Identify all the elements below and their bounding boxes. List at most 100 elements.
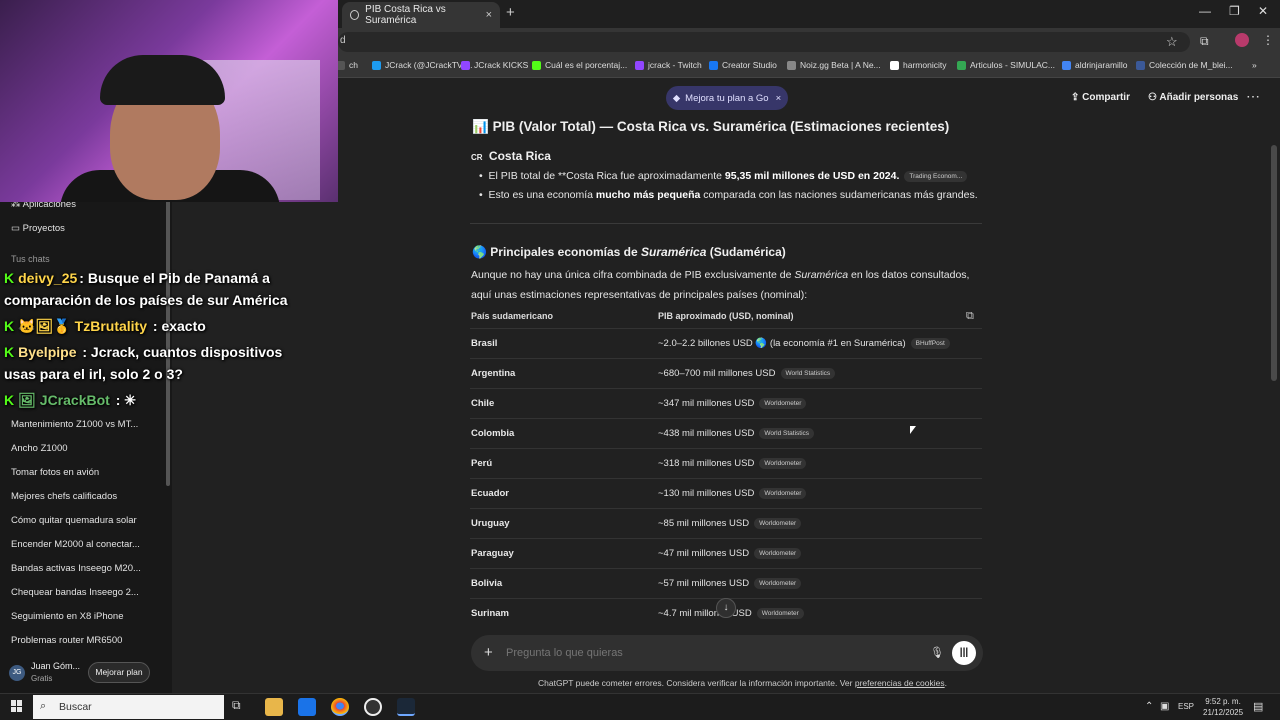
- mouse-cursor-icon: [910, 426, 916, 434]
- source-chip[interactable]: Trading Econom...: [904, 170, 968, 182]
- source-chip[interactable]: BHuffPost: [910, 338, 950, 349]
- costa-rica-heading-text: Costa Rica: [488, 149, 551, 163]
- source-chip[interactable]: Worldometer: [759, 398, 807, 409]
- source-chip[interactable]: Worldometer: [759, 488, 807, 499]
- chrome-icon[interactable]: [331, 698, 349, 716]
- bookmark-item[interactable]: Colección de M_blei...: [1136, 60, 1233, 70]
- network-icon[interactable]: ▣: [1160, 701, 1169, 712]
- user-name[interactable]: Juan Góm...: [31, 661, 80, 671]
- bookmark-item[interactable]: Cuál es el porcentaj...: [532, 60, 627, 70]
- language-indicator[interactable]: ESP: [1178, 702, 1194, 711]
- cookie-preferences-link[interactable]: preferencias de cookies: [855, 678, 945, 688]
- gdp-value: ~347 mil millones USD: [658, 398, 755, 410]
- source-chip[interactable]: World Statistics: [780, 368, 836, 379]
- scroll-down-button[interactable]: ↓: [716, 598, 736, 618]
- bookmark-item[interactable]: Articulos - SIMULAC...: [957, 60, 1055, 70]
- add-people-button[interactable]: ⚇ Añadir personas: [1148, 92, 1238, 103]
- taskbar-search-placeholder[interactable]: Buscar: [59, 701, 92, 713]
- sidebar-chat-item[interactable]: Problemas router MR6500: [11, 635, 122, 646]
- share-button[interactable]: ⇪ Compartir: [1071, 92, 1130, 103]
- intro-paragraph-line1: Aunque no hay una única cifra combinada …: [471, 269, 969, 281]
- globe-icon: 🌎: [472, 245, 491, 259]
- upgrade-promo-pill[interactable]: ◆ Mejora tu plan a Go ×: [666, 86, 788, 110]
- source-chip[interactable]: Worldometer: [754, 518, 802, 529]
- microphone-icon[interactable]: 🎙: [930, 646, 944, 659]
- sidebar-scrollbar[interactable]: [166, 200, 170, 486]
- bookmark-label: JCrack KICKS: [474, 60, 529, 70]
- omnibox[interactable]: d: [338, 32, 1190, 52]
- new-tab-button[interactable]: +: [506, 4, 515, 21]
- bookmark-item[interactable]: Noiz.gg Beta | A Ne...: [787, 60, 881, 70]
- restore-button[interactable]: ❐: [1229, 4, 1240, 18]
- bookmark-favicon-icon: [890, 60, 899, 70]
- sidebar-item-projects[interactable]: ▭ Proyectos: [11, 223, 65, 234]
- sidebar-chat-item[interactable]: Encender M2000 al conectar...: [11, 539, 140, 550]
- bookmark-item[interactable]: aldrinjaramillo: [1062, 60, 1127, 70]
- bookmark-item[interactable]: Creator Studio: [709, 60, 777, 70]
- table-cell-country: Argentina: [471, 368, 516, 379]
- bookmark-label: aldrinjaramillo: [1075, 60, 1128, 70]
- close-window-button[interactable]: ✕: [1258, 4, 1268, 18]
- bookmark-label: Cuál es el porcentaj...: [545, 60, 628, 70]
- bullet-text: comparada con las naciones sudamericanas…: [700, 189, 978, 201]
- avatar[interactable]: JG: [9, 665, 25, 681]
- more-options-icon[interactable]: ⋯: [1246, 88, 1260, 105]
- outlook-icon[interactable]: [298, 698, 316, 716]
- promo-close-icon[interactable]: ×: [776, 93, 782, 104]
- search-icon: ⌕: [40, 700, 47, 712]
- bookmark-item[interactable]: harmonicity: [890, 60, 946, 70]
- clock[interactable]: 9:52 p. m. 21/12/2025: [1203, 696, 1243, 718]
- table-cell-gdp: ~438 mil millones USD World Statistics: [658, 428, 815, 439]
- extensions-icon[interactable]: ⧉: [1200, 34, 1209, 49]
- source-chip[interactable]: Worldometer: [759, 458, 807, 469]
- windows-start-icon[interactable]: [11, 700, 23, 712]
- stream-chat-username: 🖼 JCrackBot: [18, 392, 110, 408]
- task-view-icon[interactable]: ⧉: [232, 698, 250, 716]
- bookmark-item[interactable]: ch: [336, 60, 358, 70]
- sidebar-chat-item[interactable]: Ancho Z1000: [11, 443, 68, 454]
- prompt-input[interactable]: [506, 647, 906, 659]
- obs-icon[interactable]: [364, 698, 382, 716]
- sidebar-chat-item[interactable]: Mantenimiento Z1000 vs MT...: [11, 419, 138, 430]
- bookmarks-more-icon[interactable]: »: [1252, 60, 1257, 70]
- response-title: 📊 PIB (Valor Total) — Costa Rica vs. Sur…: [472, 119, 949, 135]
- sidebar-chat-item[interactable]: Tomar fotos en avión: [11, 467, 99, 478]
- upgrade-plan-button[interactable]: Mejorar plan: [88, 662, 150, 683]
- file-explorer-icon[interactable]: [265, 698, 283, 716]
- sidebar-chat-item[interactable]: Seguimiento en X8 iPhone: [11, 611, 124, 622]
- response-title-text: PIB (Valor Total) — Costa Rica vs. Suram…: [492, 119, 950, 134]
- sidebar-chat-item[interactable]: Bandas activas Inseego M20...: [11, 563, 141, 574]
- bookmark-item[interactable]: jcrack - Twitch: [635, 60, 702, 70]
- browser-menu-icon[interactable]: ⋮: [1262, 33, 1274, 47]
- browser-tab[interactable]: PIB Costa Rica vs Suramérica ×: [342, 2, 500, 28]
- stream-chat-message: usas para el irl, solo 2 o 3?: [4, 366, 183, 382]
- profile-avatar[interactable]: [1235, 33, 1249, 47]
- copy-table-icon[interactable]: ⧉: [966, 310, 974, 323]
- minimize-button[interactable]: —: [1199, 4, 1211, 18]
- voice-mode-button[interactable]: |||: [952, 641, 976, 665]
- gdp-value: ~85 mil millones USD: [658, 518, 750, 530]
- attach-plus-icon[interactable]: +: [484, 644, 493, 661]
- source-chip[interactable]: Worldometer: [754, 578, 802, 589]
- table-cell-country: Colombia: [471, 428, 515, 439]
- notifications-icon[interactable]: ▤: [1253, 700, 1263, 713]
- sidebar-chat-item[interactable]: Cómo quitar quemadura solar: [11, 515, 137, 526]
- tab-close-icon[interactable]: ×: [486, 9, 492, 21]
- source-chip[interactable]: Worldometer: [754, 548, 802, 559]
- bookmark-item[interactable]: JCrack (@JCrackTV)...: [372, 60, 473, 70]
- bookmark-star-icon[interactable]: ☆: [1166, 34, 1178, 50]
- bullet-text: Esto es una economía: [488, 189, 596, 201]
- sidebar-chat-item[interactable]: Chequear bandas Inseego 2...: [11, 587, 139, 598]
- disclaimer-text: .: [944, 678, 948, 688]
- disclaimer: ChatGPT puede cometer errores. Considera…: [538, 678, 947, 688]
- main-scrollbar[interactable]: [1271, 145, 1277, 381]
- bookmark-favicon-icon: [461, 60, 470, 70]
- bookmark-item[interactable]: JCrack KICKS: [461, 60, 528, 70]
- source-chip[interactable]: Worldometer: [756, 608, 804, 619]
- tray-overflow-icon[interactable]: ⌃: [1145, 701, 1153, 712]
- bookmark-label: Articulos - SIMULAC...: [970, 60, 1056, 70]
- source-chip[interactable]: World Statistics: [759, 428, 815, 439]
- stream-chat-message: comparación de los países de sur América: [4, 292, 288, 308]
- steam-icon[interactable]: [397, 698, 415, 716]
- sidebar-chat-item[interactable]: Mejores chefs calificados: [11, 491, 117, 502]
